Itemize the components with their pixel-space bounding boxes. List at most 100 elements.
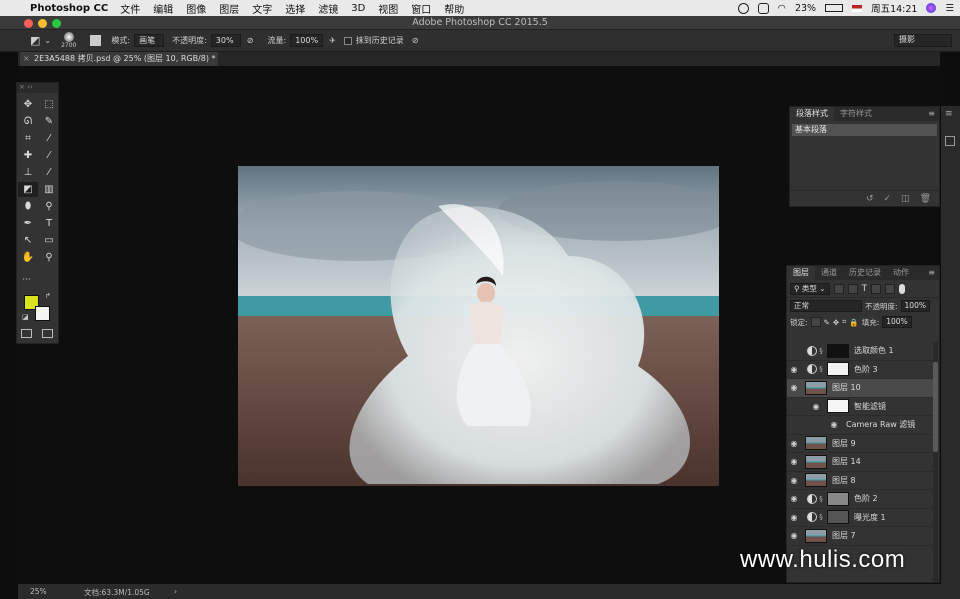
- adjustment-layer-icon[interactable]: [807, 512, 817, 523]
- layer-filter-select[interactable]: ⚲ 类型 ⌄: [790, 282, 830, 295]
- layer-thumbnail[interactable]: [805, 454, 827, 469]
- tool-preset-picker[interactable]: ◩ ⌄: [30, 34, 51, 47]
- airbrush-icon[interactable]: ✈: [329, 36, 336, 45]
- link-icon[interactable]: §: [817, 365, 825, 373]
- new-style-icon[interactable]: ◫: [901, 194, 910, 204]
- tab-layers[interactable]: 图层: [787, 266, 815, 280]
- lock-pixels-icon[interactable]: ✎: [824, 318, 830, 327]
- filter-type-icon[interactable]: T: [862, 284, 868, 294]
- visibility-eye-icon[interactable]: ◉: [787, 531, 801, 540]
- filter-shape-icon[interactable]: [871, 283, 882, 294]
- pressure-size-icon[interactable]: ⊘: [412, 36, 419, 45]
- tab-channels[interactable]: 通道: [815, 266, 843, 280]
- redefine-style-icon[interactable]: ✓: [884, 194, 892, 204]
- crop-icon[interactable]: ⌗: [18, 131, 38, 146]
- close-tab-icon[interactable]: ×: [23, 52, 30, 66]
- lock-position-icon[interactable]: ✥: [833, 318, 839, 327]
- visibility-eye-icon[interactable]: ◉: [827, 420, 841, 429]
- menu-window[interactable]: 窗口: [411, 1, 431, 16]
- layer-thumbnail[interactable]: [805, 380, 827, 395]
- eraser-icon[interactable]: ◩: [18, 182, 38, 197]
- zoom-level[interactable]: 25%: [30, 587, 47, 596]
- link-icon[interactable]: §: [817, 513, 825, 521]
- panel-menu-icon[interactable]: ≡: [928, 107, 939, 121]
- wifi-icon[interactable]: ◠: [778, 3, 786, 14]
- swap-colors-icon[interactable]: ↱: [45, 292, 51, 300]
- hand-icon[interactable]: ✋: [18, 250, 38, 265]
- brush-preset[interactable]: 2700: [61, 32, 76, 49]
- adjustment-layer-icon[interactable]: [807, 364, 817, 375]
- battery-icon[interactable]: [825, 4, 844, 12]
- record-icon[interactable]: [737, 2, 749, 14]
- visibility-eye-icon[interactable]: ◉: [787, 513, 801, 522]
- blend-mode-select[interactable]: 正常: [790, 300, 862, 312]
- workspace-select[interactable]: 摄影: [894, 34, 952, 47]
- quick-mask-icon[interactable]: [21, 329, 32, 338]
- brush-icon[interactable]: ⁄: [39, 148, 59, 163]
- layer-row[interactable]: ◉ 图层 8: [787, 472, 933, 490]
- link-icon[interactable]: §: [817, 495, 825, 503]
- adjustment-layer-icon[interactable]: [807, 345, 817, 356]
- pressure-opacity-icon[interactable]: ⊘: [247, 36, 254, 45]
- marquee-icon[interactable]: ⬚: [39, 97, 59, 112]
- layer-thumbnail[interactable]: [805, 473, 827, 488]
- visibility-eye-icon[interactable]: ◉: [787, 476, 801, 485]
- background-color-swatch[interactable]: [35, 306, 50, 321]
- delete-style-icon[interactable]: 🗑: [920, 194, 931, 204]
- link-icon[interactable]: §: [817, 347, 825, 355]
- visibility-eye-icon[interactable]: ◉: [787, 439, 801, 448]
- layer-row[interactable]: ◉ 图层 7: [787, 527, 933, 546]
- filter-smart-icon[interactable]: [885, 283, 896, 294]
- screen-mode-icon[interactable]: [42, 329, 53, 338]
- layer-thumbnail[interactable]: [805, 436, 827, 451]
- shape-icon[interactable]: ▭: [39, 233, 59, 248]
- stamp-icon[interactable]: ⊥: [18, 165, 38, 180]
- layer-mask-thumbnail[interactable]: [827, 362, 849, 377]
- type-icon[interactable]: T: [39, 216, 59, 231]
- status-arrow-icon[interactable]: ›: [174, 587, 177, 596]
- document-tab[interactable]: × 2E3A5488 拷贝.psd @ 25% (图层 10, RGB/8) *: [20, 52, 218, 66]
- dodge-icon[interactable]: ⚲: [39, 199, 59, 214]
- app-menu[interactable]: Photoshop CC: [30, 3, 108, 14]
- tab-history[interactable]: 历史记录: [843, 266, 887, 280]
- visibility-eye-icon[interactable]: ◉: [787, 494, 801, 503]
- menu-file[interactable]: 文件: [120, 1, 140, 16]
- menu-view[interactable]: 视图: [378, 1, 398, 16]
- filter-pixel-icon[interactable]: [833, 283, 844, 294]
- history-brush-icon[interactable]: ⁄: [39, 165, 59, 180]
- menu-select[interactable]: 选择: [285, 1, 305, 16]
- clock[interactable]: 周五14:21: [871, 1, 917, 15]
- menu-help[interactable]: 帮助: [444, 1, 464, 16]
- tab-actions[interactable]: 动作: [887, 266, 915, 280]
- healing-icon[interactable]: ✚: [18, 148, 38, 163]
- layer-row[interactable]: ◉ 图层 10: [787, 379, 933, 398]
- layer-thumbnail[interactable]: [805, 528, 827, 543]
- filter-mask-thumbnail[interactable]: [827, 399, 849, 414]
- paragraph-style-item[interactable]: 基本段落: [792, 124, 937, 136]
- path-select-icon[interactable]: ↖: [18, 233, 38, 248]
- tab-character-styles[interactable]: 字符样式: [834, 107, 878, 121]
- layer-row[interactable]: ◉ Camera Raw 滤镜: [787, 416, 933, 435]
- siri-icon[interactable]: [926, 3, 937, 13]
- move-icon[interactable]: ✥: [18, 97, 38, 112]
- layer-mask-thumbnail[interactable]: [827, 343, 849, 358]
- cloud-icon[interactable]: [757, 2, 769, 14]
- tools-panel-header[interactable]: × ‹‹: [17, 83, 58, 93]
- flow-input[interactable]: 100%: [290, 34, 324, 47]
- layer-opacity-input[interactable]: 100%: [900, 300, 930, 312]
- layer-row[interactable]: ◉ 智能滤镜: [787, 398, 933, 416]
- filter-adjust-icon[interactable]: [847, 283, 858, 294]
- clear-override-icon[interactable]: ↺: [866, 194, 874, 204]
- layers-scroll-thumb[interactable]: [933, 362, 938, 452]
- dock-menu-icon[interactable]: ≡: [945, 109, 953, 119]
- menu-type[interactable]: 文字: [252, 1, 272, 16]
- tab-paragraph-styles[interactable]: 段落样式: [790, 107, 834, 121]
- layer-row[interactable]: § 选取颜色 1: [787, 342, 933, 361]
- layer-row[interactable]: ◉ 图层 14: [787, 453, 933, 472]
- dock-panel-icon[interactable]: [945, 136, 955, 146]
- layers-menu-icon[interactable]: ≡: [928, 266, 939, 280]
- layer-row[interactable]: ◉ § 色阶 3: [787, 361, 933, 379]
- lock-transparent-icon[interactable]: [810, 317, 821, 327]
- menu-image[interactable]: 图像: [186, 1, 206, 16]
- mode-select[interactable]: 画笔: [134, 34, 165, 47]
